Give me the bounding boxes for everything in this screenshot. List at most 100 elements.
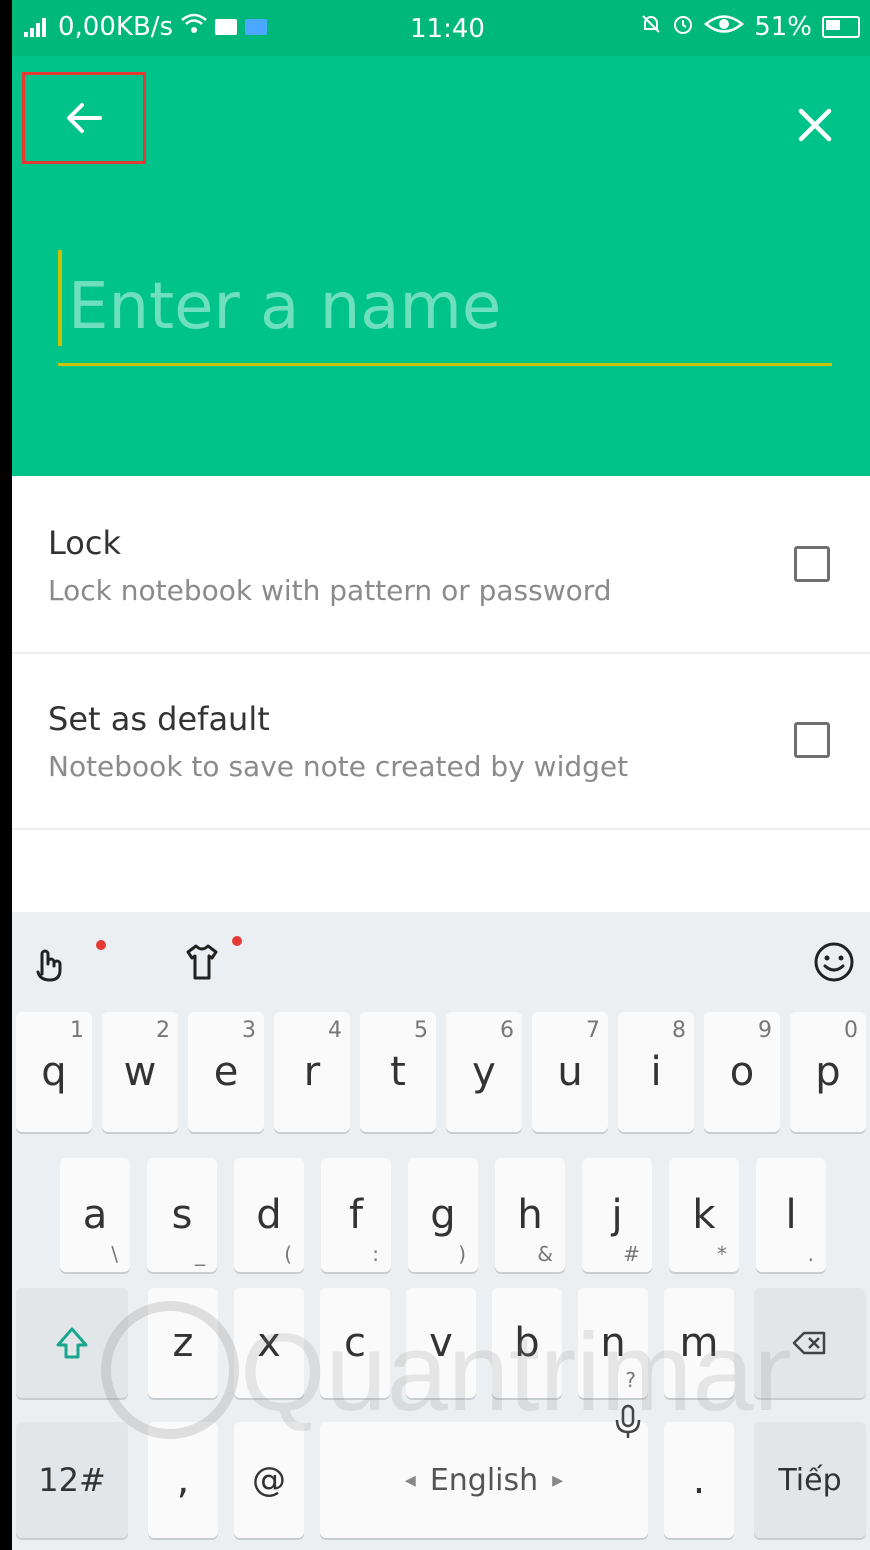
key-l-symbol: . (807, 1242, 814, 1266)
key-w-number: 2 (156, 1018, 170, 1043)
next-action-key-label: Tiếp (778, 1462, 842, 1498)
key-x[interactable]: x (234, 1288, 304, 1398)
key-m-label: m (679, 1320, 719, 1366)
emoji-tool-button[interactable] (812, 940, 856, 984)
notebook-name-input[interactable] (58, 246, 844, 368)
key-c-label: c (344, 1320, 366, 1366)
key-y-label: y (472, 1049, 496, 1095)
next-action-key[interactable]: Tiếp (754, 1422, 866, 1538)
default-setting-row[interactable]: Set as default Notebook to save note cre… (12, 652, 870, 830)
key-b-label: b (514, 1320, 540, 1366)
key-n[interactable]: n? (578, 1288, 648, 1398)
phone-screen: 0,00KB/s 11:40 51% Enter a name Lock Loc… (0, 0, 870, 1550)
eye-icon (704, 12, 745, 42)
default-checkbox[interactable] (794, 722, 830, 758)
space-key[interactable]: ◂ English ▸ (320, 1422, 648, 1538)
theme-tool-button[interactable] (180, 940, 224, 984)
silent-icon (640, 12, 662, 42)
key-m[interactable]: m (664, 1288, 734, 1398)
notebook-name-field (58, 246, 844, 368)
key-a[interactable]: a \ (60, 1158, 130, 1272)
lock-checkbox[interactable] (794, 546, 830, 582)
key-q-number: 1 (70, 1018, 84, 1043)
key-h[interactable]: h & (495, 1158, 565, 1272)
key-c[interactable]: c (320, 1288, 390, 1398)
key-y[interactable]: 6y (446, 1012, 522, 1132)
key-f-label: f (348, 1192, 364, 1238)
status-left: 0,00KB/s (24, 12, 268, 42)
key-e-label: e (213, 1049, 239, 1095)
hand-icon (36, 949, 62, 982)
key-p[interactable]: 0p (790, 1012, 866, 1132)
key-j-label: j (611, 1192, 623, 1238)
key-e-number: 3 (242, 1018, 256, 1043)
key-u-label: u (557, 1049, 583, 1095)
key-g-symbol: ) (458, 1242, 466, 1266)
key-k-label: k (692, 1192, 716, 1238)
key-r-label: r (303, 1049, 321, 1095)
key-v-label: v (429, 1320, 453, 1366)
close-button[interactable] (788, 98, 842, 152)
key-d-label: d (256, 1192, 282, 1238)
status-time: 11:40 (410, 14, 485, 44)
key-z[interactable]: z (148, 1288, 218, 1398)
key-q[interactable]: 1q (16, 1012, 92, 1132)
key-s[interactable]: s _ (147, 1158, 217, 1272)
key-i-number: 8 (672, 1018, 686, 1043)
key-k[interactable]: k * (669, 1158, 739, 1272)
shift-icon (56, 1327, 88, 1359)
key-f-symbol: : (372, 1242, 379, 1266)
key-t[interactable]: 5t (360, 1012, 436, 1132)
key-g[interactable]: g) (408, 1158, 478, 1272)
backspace-key[interactable] (754, 1288, 866, 1398)
key-i[interactable]: 8i (618, 1012, 694, 1132)
key-a-label: a (82, 1192, 108, 1238)
keyboard-toolbar (12, 912, 870, 1008)
key-j-symbol: # (623, 1242, 640, 1266)
key-o[interactable]: 9o (704, 1012, 780, 1132)
backspace-icon (792, 1331, 826, 1355)
key-l[interactable]: l. (756, 1158, 826, 1272)
at-key[interactable]: @ (234, 1422, 304, 1538)
language-right-icon: ▸ (552, 1467, 564, 1493)
notebook-settings: Lock Lock notebook with pattern or passw… (12, 476, 870, 912)
symbols-key[interactable]: 12# (16, 1422, 128, 1538)
key-d[interactable]: d( (234, 1158, 304, 1272)
name-input-underline (58, 363, 832, 366)
key-f[interactable]: f: (321, 1158, 391, 1272)
key-k-symbol: * (717, 1242, 727, 1266)
key-t-label: t (390, 1049, 406, 1095)
key-e[interactable]: 3e (188, 1012, 264, 1132)
key-h-symbol: & (537, 1242, 553, 1266)
key-n-label: n (600, 1320, 626, 1366)
status-bar: 0,00KB/s 11:40 51% (12, 0, 870, 56)
alarm-icon (672, 12, 694, 42)
key-w[interactable]: 2w (102, 1012, 178, 1132)
theme-badge-dot (232, 936, 242, 946)
signal-icon (24, 17, 50, 37)
key-j[interactable]: j # (582, 1158, 652, 1272)
notification-icon (245, 19, 268, 35)
key-o-number: 9 (758, 1018, 772, 1043)
key-y-number: 6 (500, 1018, 514, 1043)
key-g-label: g (430, 1192, 456, 1238)
shift-key[interactable] (16, 1288, 128, 1398)
microphone-icon (608, 1402, 648, 1446)
symbols-key-label: 12# (38, 1461, 106, 1499)
battery-percent: 51% (754, 12, 812, 42)
key-w-label: w (123, 1049, 157, 1095)
key-v[interactable]: v (406, 1288, 476, 1398)
battery-icon (822, 16, 860, 38)
back-button[interactable] (22, 72, 146, 164)
key-n-symbol: ? (625, 1368, 636, 1392)
period-key[interactable]: . (664, 1422, 734, 1538)
comma-key[interactable]: , (148, 1422, 218, 1538)
key-l-label: l (785, 1192, 797, 1238)
lock-setting-row[interactable]: Lock Lock notebook with pattern or passw… (12, 476, 870, 654)
key-r[interactable]: 4r (274, 1012, 350, 1132)
status-right: 51% (640, 12, 860, 42)
key-b[interactable]: b (492, 1288, 562, 1398)
wifi-icon (181, 12, 207, 42)
key-u[interactable]: 7u (532, 1012, 608, 1132)
gesture-tool-button[interactable] (28, 940, 72, 984)
